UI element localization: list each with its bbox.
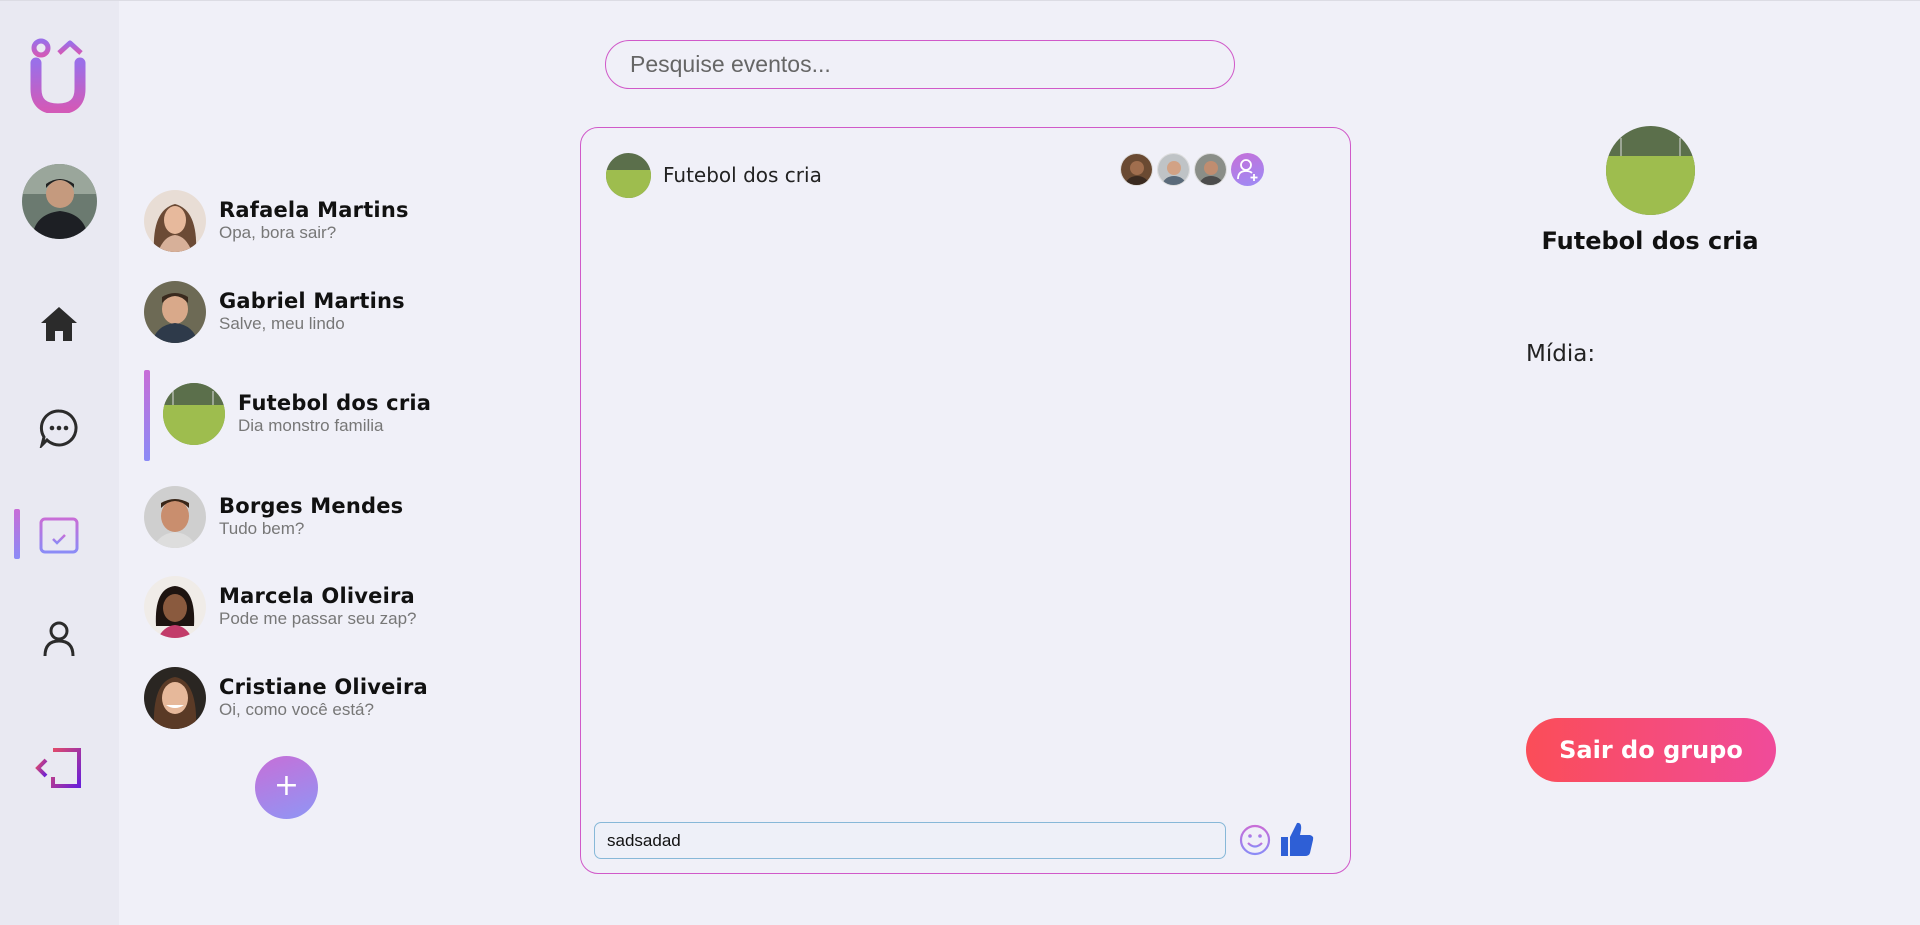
avatar: [144, 190, 206, 252]
avatar: [163, 383, 225, 445]
logo-icon: [30, 38, 86, 113]
chat-group-avatar: [606, 153, 651, 198]
avatar: [144, 667, 206, 729]
chat-panel: Futebol dos cria: [580, 127, 1351, 874]
conversation-item[interactable]: Cristiane Oliveira Oi, como você está?: [144, 667, 474, 729]
nav-logout[interactable]: [0, 734, 119, 794]
conversation-name: Marcela Oliveira: [219, 584, 415, 608]
conversation-name: Gabriel Martins: [219, 289, 405, 313]
member-avatar[interactable]: [1194, 153, 1227, 186]
group-title: Futebol dos cria: [1541, 227, 1759, 255]
member-avatar[interactable]: [1120, 153, 1153, 186]
add-user-icon: [1237, 159, 1258, 181]
calendar-icon: [39, 515, 79, 554]
member-avatar[interactable]: [1157, 153, 1190, 186]
conversation-name: Rafaela Martins: [219, 198, 409, 222]
emoji-button[interactable]: [1238, 823, 1272, 861]
user-icon: [43, 621, 75, 657]
media-label: Mídia:: [1526, 341, 1596, 367]
conversation-item[interactable]: Rafaela Martins Opa, bora sair?: [144, 190, 474, 252]
conversation-preview: Opa, bora sair?: [219, 223, 337, 242]
conversation-item[interactable]: Gabriel Martins Salve, meu lindo: [144, 281, 474, 343]
conversation-item[interactable]: Borges Mendes Tudo bem?: [144, 486, 474, 548]
conversation-preview: Pode me passar seu zap?: [219, 609, 417, 628]
user-avatar[interactable]: [22, 164, 97, 239]
conversation-preview: Tudo bem?: [219, 519, 305, 538]
nav-events[interactable]: [0, 501, 119, 561]
avatar: [144, 486, 206, 548]
emoji-icon: [1239, 824, 1271, 856]
group-avatar: [1606, 126, 1695, 215]
chat-icon: [39, 409, 78, 448]
conversation-name: Borges Mendes: [219, 494, 404, 518]
conversation-item-active[interactable]: Futebol dos cria Dia monstro familia: [163, 383, 493, 445]
nav-profile[interactable]: [0, 607, 119, 667]
add-conversation-button[interactable]: +: [255, 756, 318, 819]
conversation-preview: Dia monstro familia: [238, 416, 384, 435]
conversation-preview: Salve, meu lindo: [219, 314, 345, 333]
conversation-active-indicator: [144, 370, 150, 461]
conversation-item[interactable]: Marcela Oliveira Pode me passar seu zap?: [144, 576, 474, 638]
thumbs-up-icon: [1281, 822, 1314, 856]
sidebar-rail: [0, 1, 119, 925]
nav-chat[interactable]: [0, 396, 119, 456]
conversation-name: Futebol dos cria: [238, 391, 432, 415]
like-button[interactable]: [1279, 820, 1315, 862]
add-member-button[interactable]: [1231, 153, 1264, 186]
home-icon: [41, 307, 77, 341]
conversation-name: Cristiane Oliveira: [219, 675, 428, 699]
search-input[interactable]: [605, 40, 1235, 89]
avatar: [144, 281, 206, 343]
logout-icon: [35, 748, 81, 788]
conversation-preview: Oi, como você está?: [219, 700, 374, 719]
chat-title: Futebol dos cria: [663, 163, 822, 187]
message-input[interactable]: [594, 822, 1226, 859]
avatar: [144, 576, 206, 638]
nav-home[interactable]: [0, 293, 119, 353]
leave-group-button[interactable]: Sair do grupo: [1526, 718, 1776, 782]
